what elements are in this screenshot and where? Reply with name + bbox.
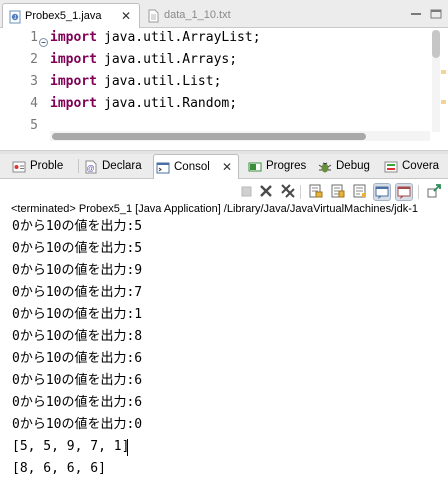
tab-coverage[interactable]: Covera — [382, 154, 448, 178]
line-number: 4 — [30, 96, 38, 111]
clear-console-icon[interactable] — [308, 183, 324, 199]
minimize-icon[interactable] — [410, 6, 422, 16]
console-line: [8, 6, 6, 6] — [12, 461, 106, 476]
toolbar-separator — [300, 185, 301, 199]
tab-label: Declara — [102, 160, 142, 172]
svg-text:@: @ — [86, 164, 94, 173]
keyword: import — [50, 74, 97, 89]
console-line: 0から10の値を出力:1 — [12, 307, 143, 322]
console-line: 0から10の値を出力:6 — [12, 395, 143, 410]
scroll-lock-icon[interactable] — [330, 183, 346, 199]
close-icon[interactable]: ✕ — [121, 4, 131, 28]
word-wrap-icon[interactable] — [352, 183, 368, 199]
tab-console[interactable]: Consol ✕ — [153, 154, 239, 179]
import-path: java.util.Random; — [104, 96, 238, 111]
code-line: 3 import java.util.List; — [0, 71, 430, 93]
console-line: 0から10の値を出力:9 — [12, 263, 143, 278]
editor-tab-bar: J Probex5_1.java ✕ data_1_10.txt — [0, 0, 448, 28]
console-line: 0から10の値を出力:8 — [12, 329, 143, 344]
overview-ruler-marker[interactable] — [441, 70, 446, 74]
keyword: import — [50, 52, 97, 67]
line-number: 2 — [30, 52, 38, 67]
show-console-on-stdout-icon[interactable] — [373, 183, 391, 201]
maximize-icon[interactable] — [430, 6, 442, 19]
console-line: 0から10の値を出力:6 — [12, 373, 143, 388]
tab-progress[interactable]: Progres — [246, 154, 312, 178]
tab-probex5-1-java[interactable]: J Probex5_1.java ✕ — [2, 3, 140, 28]
line-number: 1 — [30, 30, 38, 45]
console-line: 0から10の値を出力:5 — [12, 219, 143, 234]
code-line: 5 — [0, 115, 430, 132]
tab-declaration[interactable]: @ Declara — [82, 154, 150, 178]
tab-label: Consol — [174, 161, 210, 173]
console-output[interactable]: 0から10の値を出力:5 0から10の値を出力:5 0から10の値を出力:9 0… — [0, 216, 448, 498]
tab-label: Probex5_1.java — [25, 10, 102, 22]
editor-vertical-scroll-thumb[interactable] — [432, 30, 440, 58]
tab-label: Proble — [30, 160, 64, 172]
console-line: 0から10の値を出力:5 — [12, 241, 143, 256]
code-line: 2 import java.util.Arrays; — [0, 49, 430, 71]
tab-debug[interactable]: Debug — [316, 154, 374, 178]
tab-label: data_1_10.txt — [164, 9, 231, 21]
editor-horizontal-scroll-thumb[interactable] — [52, 133, 366, 140]
console-toolbar — [0, 179, 448, 203]
line-number: 5 — [30, 118, 38, 132]
editor-pane: J Probex5_1.java ✕ data_1_10.txt 1 impor… — [0, 0, 448, 150]
toolbar-separator — [418, 185, 419, 199]
line-number: 3 — [30, 74, 38, 89]
code-line: 1 import java.util.ArrayList; — [0, 27, 430, 49]
tab-separator — [78, 159, 79, 173]
console-status-line: <terminated> Probex5_1 [Java Application… — [11, 203, 419, 215]
tab-label: Covera — [402, 160, 440, 172]
console-line: [5, 5, 9, 7, 1] — [12, 439, 130, 454]
pin-console-icon[interactable] — [426, 183, 442, 199]
tab-label: Progres — [266, 160, 307, 172]
remove-all-terminated-icon[interactable] — [280, 183, 296, 199]
import-path: java.util.Arrays; — [104, 52, 238, 67]
console-line: 0から10の値を出力:6 — [12, 351, 143, 366]
tab-label: Debug — [336, 160, 370, 172]
console-line: 0から10の値を出力:0 — [12, 417, 143, 432]
code-editor[interactable]: 1 import java.util.ArrayList; 2 import j… — [0, 27, 448, 132]
console-line: 0から10の値を出力:7 — [12, 285, 143, 300]
import-path: java.util.List; — [104, 74, 222, 89]
keyword: import — [50, 96, 97, 111]
tab-problems[interactable]: Proble — [10, 154, 74, 178]
show-console-on-stderr-icon[interactable] — [395, 183, 413, 201]
stop-icon[interactable] — [238, 183, 254, 199]
code-line: 4 import java.util.Random; — [0, 93, 430, 115]
tab-data-1-10-txt[interactable]: data_1_10.txt — [142, 3, 262, 27]
text-caret — [127, 439, 128, 456]
keyword: import — [50, 30, 97, 45]
fold-icon[interactable] — [39, 33, 48, 47]
import-path: java.util.ArrayList; — [104, 30, 261, 45]
overview-ruler-marker[interactable] — [441, 100, 446, 104]
remove-launch-icon[interactable] — [258, 183, 274, 199]
close-icon[interactable]: ✕ — [222, 155, 232, 179]
view-tab-bar: Proble @ Declara Consol ✕ Progres Debug … — [0, 154, 448, 179]
